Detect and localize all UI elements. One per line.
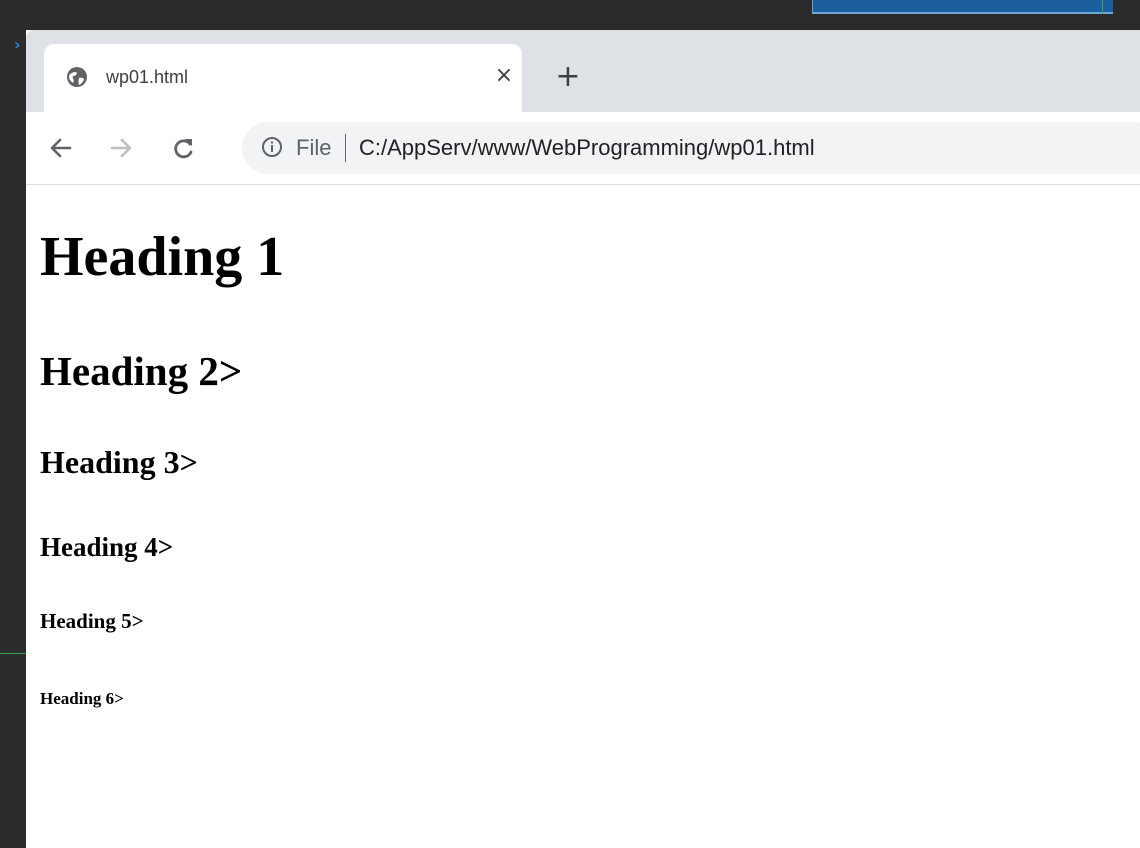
background-app-icon: › [14, 35, 21, 54]
arrow-right-icon [110, 138, 132, 158]
heading-6: Heading 6> [40, 689, 124, 708]
reload-button[interactable] [168, 130, 198, 166]
address-bar[interactable]: File C:/AppServ/www/WebProgramming/wp01.… [242, 122, 1140, 174]
browser-toolbar: File C:/AppServ/www/WebProgramming/wp01.… [26, 112, 1140, 185]
scheme-label: File [296, 135, 332, 160]
forward-button[interactable] [106, 130, 136, 166]
heading-2: Heading 2> [40, 348, 243, 394]
selection-guide-line-left [0, 653, 26, 654]
tab-close-icon[interactable]: × [492, 62, 516, 90]
tab-strip: wp01.html × + [26, 30, 1140, 112]
back-button[interactable] [46, 130, 76, 166]
tab-wp01[interactable]: wp01.html × [44, 44, 522, 112]
tab-title: wp01.html [106, 67, 189, 87]
page-content: Heading 1 Heading 2> Heading 3> Heading … [26, 185, 1140, 848]
heading-1: Heading 1 [40, 226, 285, 288]
browser-window: wp01.html × + File C:/AppServ/www/WebPro… [26, 30, 1140, 848]
heading-5: Heading 5> [40, 609, 144, 633]
address-separator [345, 134, 346, 162]
new-tab-button[interactable]: + [552, 60, 584, 94]
background-window-edge [812, 0, 1113, 14]
heading-3: Heading 3> [40, 444, 198, 480]
info-icon[interactable] [260, 134, 284, 158]
heading-4: Heading 4> [40, 532, 174, 562]
selection-guide-line [1102, 0, 1103, 14]
url-text[interactable]: C:/AppServ/www/WebProgramming/wp01.html [359, 134, 815, 162]
arrow-left-icon [50, 138, 72, 158]
reload-icon [174, 139, 193, 159]
globe-icon [66, 66, 88, 88]
screen: › wp01.html × + File C:/AppServ/www/WebP… [0, 0, 1140, 848]
desktop-background-left [0, 0, 26, 848]
